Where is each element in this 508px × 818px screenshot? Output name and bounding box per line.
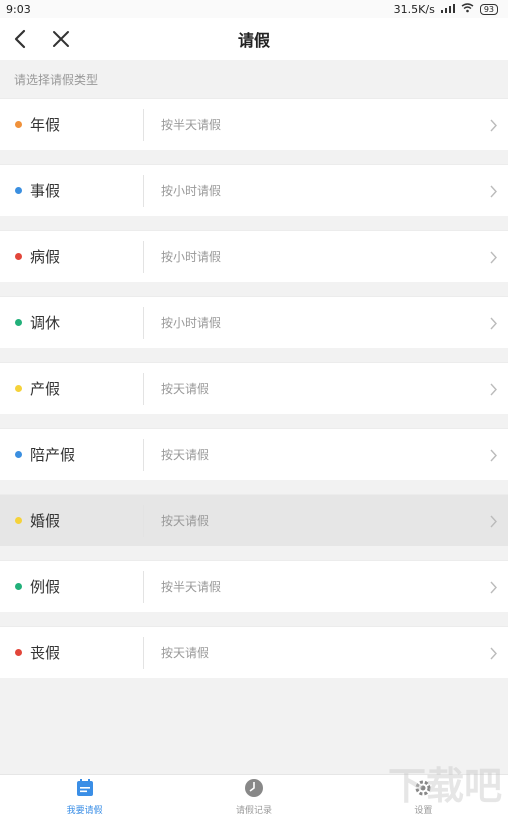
row-divider <box>143 570 144 603</box>
leave-type-name: 陪产假 <box>30 446 76 464</box>
leave-type-name: 婚假 <box>30 512 61 530</box>
leave-type-name: 丧假 <box>30 644 61 662</box>
wifi-icon <box>461 2 474 16</box>
row-divider <box>143 240 144 273</box>
chevron-right-icon <box>490 317 497 330</box>
leave-type-row[interactable]: 事假 按小时请假 <box>0 164 508 216</box>
status-indicators: 31.5K/s 93 <box>394 3 498 16</box>
signal-icon <box>440 3 455 16</box>
row-divider <box>143 306 144 339</box>
leave-type-row[interactable]: 陪产假 按天请假 <box>0 428 508 480</box>
leave-type-row[interactable]: 病假 按小时请假 <box>0 230 508 282</box>
nav-bar: 请假 <box>0 18 508 60</box>
chevron-right-icon <box>490 647 497 660</box>
back-icon[interactable] <box>10 28 32 50</box>
gear-icon <box>413 778 433 803</box>
chevron-right-icon <box>490 251 497 264</box>
leave-type-unit: 按天请假 <box>161 382 210 396</box>
leave-type-unit: 按小时请假 <box>161 250 222 264</box>
status-dot-icon <box>15 451 22 458</box>
status-dot-icon <box>15 253 22 260</box>
status-dot-icon <box>15 187 22 194</box>
leave-type-name: 病假 <box>30 248 61 266</box>
tab-calendar[interactable]: 我要请假 <box>0 775 169 818</box>
status-dot-icon <box>15 121 22 128</box>
status-dot-icon <box>15 319 22 326</box>
leave-type-list: 年假 按半天请假 事假 按小时请假 病假 按小时请假 调休 按小时请假 产假 按天请假 陪产假 按天请… <box>0 98 508 678</box>
chevron-right-icon <box>490 449 497 462</box>
row-divider <box>143 108 144 141</box>
leave-type-row[interactable]: 婚假 按天请假 <box>0 494 508 546</box>
leave-type-row[interactable]: 产假 按天请假 <box>0 362 508 414</box>
section-label: 请选择请假类型 <box>14 72 99 87</box>
row-divider <box>143 372 144 405</box>
leave-type-unit: 按天请假 <box>161 646 210 660</box>
chevron-right-icon <box>490 185 497 198</box>
leave-type-unit: 按天请假 <box>161 514 210 528</box>
status-dot-icon <box>15 517 22 524</box>
status-dot-icon <box>15 649 22 656</box>
calendar-icon <box>75 778 95 803</box>
chevron-right-icon <box>490 515 497 528</box>
tab-label: 设置 <box>414 805 433 816</box>
leave-type-name: 例假 <box>30 578 61 596</box>
tab-gear[interactable]: 设置 <box>339 775 508 818</box>
leave-type-unit: 按天请假 <box>161 448 210 462</box>
status-bar: 9:03 31.5K/s 93 <box>0 0 508 18</box>
leave-type-unit: 按小时请假 <box>161 316 222 330</box>
status-dot-icon <box>15 385 22 392</box>
chevron-right-icon <box>490 581 497 594</box>
row-divider <box>143 438 144 471</box>
row-divider <box>143 174 144 207</box>
network-speed: 31.5K/s <box>393 2 435 16</box>
status-time: 9:03 <box>6 2 31 16</box>
bottom-tab-bar: 我要请假 请假记录 设置 <box>0 774 508 818</box>
leave-type-row[interactable]: 丧假 按天请假 <box>0 626 508 678</box>
tab-clock[interactable]: 请假记录 <box>169 775 338 818</box>
chevron-right-icon <box>490 119 497 132</box>
leave-type-row[interactable]: 调休 按小时请假 <box>0 296 508 348</box>
leave-type-name: 调休 <box>30 314 61 332</box>
close-icon[interactable] <box>50 28 72 50</box>
leave-type-row[interactable]: 例假 按半天请假 <box>0 560 508 612</box>
chevron-right-icon <box>490 383 497 396</box>
row-divider <box>143 504 144 537</box>
clock-icon <box>244 778 264 803</box>
leave-type-name: 事假 <box>30 182 61 200</box>
leave-type-unit: 按小时请假 <box>161 184 222 198</box>
page-title: 请假 <box>237 31 270 50</box>
leave-type-name: 年假 <box>30 116 61 134</box>
leave-type-name: 产假 <box>30 380 61 398</box>
tab-label: 我要请假 <box>66 805 103 816</box>
row-divider <box>143 636 144 669</box>
battery-icon: 93 <box>479 3 498 15</box>
leave-type-unit: 按半天请假 <box>161 580 222 594</box>
leave-type-row[interactable]: 年假 按半天请假 <box>0 98 508 150</box>
tab-label: 请假记录 <box>235 805 272 816</box>
status-dot-icon <box>15 583 22 590</box>
leave-type-unit: 按半天请假 <box>161 118 222 132</box>
